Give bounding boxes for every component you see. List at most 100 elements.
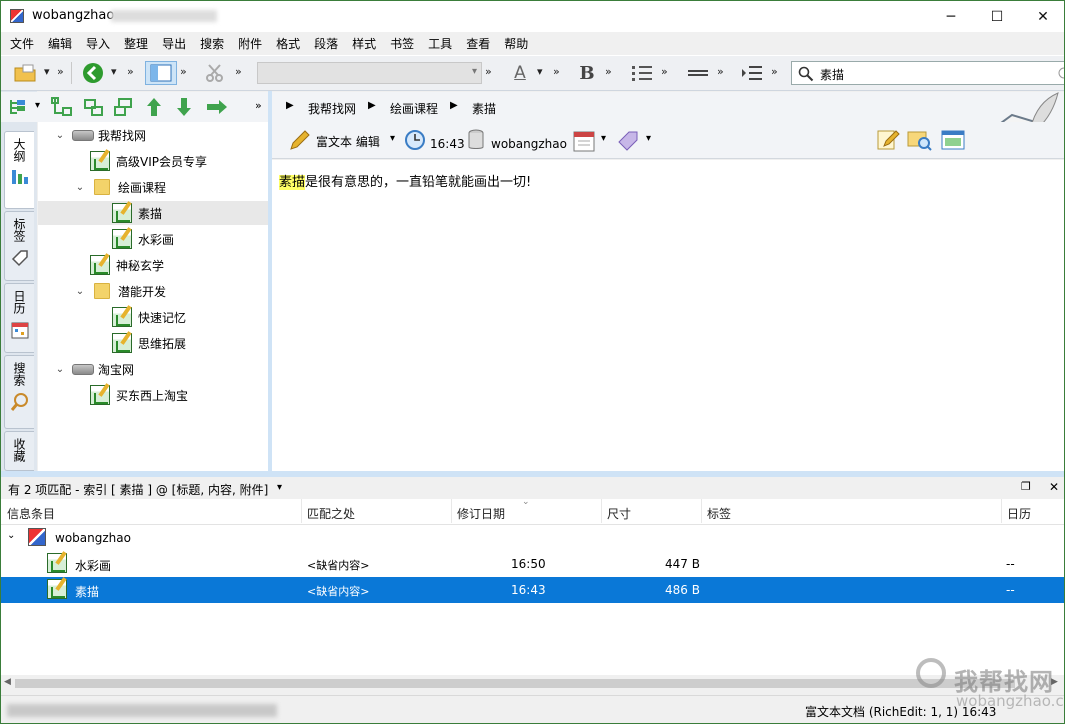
tree-node-note[interactable]: 买东西上淘宝 <box>90 383 188 407</box>
tab-favorites[interactable]: 收藏 <box>4 431 34 471</box>
font-name-combo[interactable]: ▾ <box>257 62 482 84</box>
toolbar-overflow-icon[interactable]: » <box>605 65 612 78</box>
back-dropdown-icon[interactable]: ▾ <box>111 65 117 78</box>
column-header-modified[interactable]: 修订日期 <box>457 505 505 522</box>
tree-node-folder[interactable]: ⌄ 潜能开发 <box>74 279 166 303</box>
close-button[interactable]: ✕ <box>1020 1 1064 32</box>
search-results-summary[interactable]: 有 2 项匹配 - 索引 [ 素描 ] @ [标题, 内容, 附件] <box>8 481 268 498</box>
tree-node-note[interactable]: 高级VIP会员专享 <box>90 149 207 173</box>
column-divider[interactable] <box>301 499 302 523</box>
collapse-toggle-icon[interactable]: ⌄ <box>74 182 86 193</box>
toolbar-overflow-icon[interactable]: » <box>553 65 560 78</box>
tree-node-folder[interactable]: ⌄ 绘画课程 <box>74 175 166 199</box>
find-in-note-icon[interactable] <box>906 128 934 152</box>
font-color-dropdown-icon[interactable]: ▾ <box>537 65 543 78</box>
scrollbar-thumb[interactable] <box>15 679 1015 688</box>
menu-help[interactable]: 帮助 <box>497 32 535 54</box>
window-preview-icon[interactable] <box>940 128 966 152</box>
toolbar-overflow-icon[interactable]: » <box>661 65 668 78</box>
menu-format[interactable]: 格式 <box>269 32 307 54</box>
toolbar-overflow-icon[interactable]: » <box>127 65 134 78</box>
tree-node-note[interactable]: 思维拓展 <box>112 331 186 355</box>
column-header-calendar[interactable]: 日历 <box>1007 505 1031 522</box>
collapse-toggle-icon[interactable]: ⌄ <box>54 364 66 375</box>
edit-note-icon[interactable] <box>876 128 900 152</box>
horizontal-line-button[interactable] <box>685 61 711 85</box>
tree-node-note[interactable]: 神秘玄学 <box>90 253 164 277</box>
scroll-left-icon[interactable]: ◀ <box>4 677 11 687</box>
results-group-row[interactable]: ⌄ wobangzhao <box>1 525 1064 551</box>
tree-toolbar-overflow-icon[interactable]: » <box>255 99 262 112</box>
move-down-icon[interactable] <box>175 96 193 118</box>
menu-view[interactable]: 查看 <box>459 32 497 54</box>
calendar-icon[interactable] <box>572 129 596 153</box>
list-button[interactable] <box>629 61 655 85</box>
layout-toggle-button[interactable] <box>145 61 177 85</box>
open-dropdown-icon[interactable]: ▾ <box>44 65 50 78</box>
table-row[interactable]: 水彩画 <缺省内容> 16:50 447 B -- <box>1 551 1064 577</box>
toolbar-overflow-icon[interactable]: » <box>771 65 778 78</box>
close-pane-icon[interactable]: ✕ <box>1049 480 1059 494</box>
add-parent-icon[interactable] <box>113 97 135 117</box>
add-child-icon[interactable] <box>83 97 105 117</box>
tree-view-icon[interactable] <box>7 98 29 116</box>
tree-node-note[interactable]: 水彩画 <box>112 227 174 251</box>
tab-outline[interactable]: 大纲 <box>4 131 34 209</box>
summary-dropdown-icon[interactable]: ▾ <box>277 482 282 493</box>
menu-style[interactable]: 样式 <box>345 32 383 54</box>
column-divider[interactable] <box>1001 499 1002 523</box>
toolbar-overflow-icon[interactable]: » <box>717 65 724 78</box>
tree-node-database[interactable]: ⌄ 我帮找网 <box>54 123 146 147</box>
column-header-match[interactable]: 匹配之处 <box>307 505 355 522</box>
column-header-tags[interactable]: 标签 <box>707 505 731 522</box>
tab-search[interactable]: 搜索 <box>4 355 34 429</box>
minimize-button[interactable]: ─ <box>928 1 974 32</box>
breadcrumb-item[interactable]: 绘画课程 <box>390 100 438 117</box>
tag-icon[interactable] <box>616 129 640 153</box>
column-divider[interactable] <box>451 499 452 523</box>
collapse-toggle-icon[interactable]: ⌄ <box>7 530 15 541</box>
breadcrumb-item[interactable]: 我帮找网 <box>308 100 356 117</box>
clear-search-icon[interactable] <box>1058 67 1065 79</box>
maximize-button[interactable]: ☐ <box>974 1 1020 32</box>
menu-bookmarks[interactable]: 书签 <box>383 32 421 54</box>
toolbar-overflow-icon[interactable]: » <box>485 65 492 78</box>
horizontal-scrollbar[interactable]: ◀ ▶ <box>1 675 1064 691</box>
menu-file[interactable]: 文件 <box>3 32 41 54</box>
menu-import[interactable]: 导入 <box>79 32 117 54</box>
collapse-toggle-icon[interactable]: ⌄ <box>74 286 86 297</box>
column-header-title[interactable]: 信息条目 <box>7 505 55 522</box>
search-box[interactable]: 素描 <box>791 61 1065 85</box>
note-editor[interactable]: 素描是很有意思的，一直铅笔就能画出一切! <box>272 160 1064 471</box>
calendar-dropdown-icon[interactable]: ▾ <box>601 133 606 144</box>
toolbar-overflow-icon[interactable]: » <box>57 65 64 78</box>
back-button[interactable] <box>79 61 107 85</box>
collapse-toggle-icon[interactable]: ⌄ <box>54 130 66 141</box>
toolbar-overflow-icon[interactable]: » <box>235 65 242 78</box>
move-right-icon[interactable] <box>205 98 229 116</box>
editor-mode-dropdown-icon[interactable]: ▾ <box>390 133 395 144</box>
move-up-icon[interactable] <box>145 96 163 118</box>
tab-calendar[interactable]: 日历 <box>4 283 34 353</box>
indent-button[interactable] <box>739 61 765 85</box>
cut-button[interactable] <box>203 61 227 85</box>
editor-mode-label[interactable]: 富文本 编辑 <box>316 133 380 150</box>
column-divider[interactable] <box>601 499 602 523</box>
tree-view-dropdown-icon[interactable]: ▾ <box>35 100 40 111</box>
tree-node-note-selected[interactable]: 素描 <box>38 201 268 225</box>
column-header-size[interactable]: 尺寸 <box>607 505 631 522</box>
menu-paragraph[interactable]: 段落 <box>307 32 345 54</box>
menu-attachments[interactable]: 附件 <box>231 32 269 54</box>
breadcrumb-item[interactable]: 素描 <box>472 100 496 117</box>
column-divider[interactable] <box>701 499 702 523</box>
restore-pane-icon[interactable]: ❐ <box>1021 480 1031 493</box>
menu-edit[interactable]: 编辑 <box>41 32 79 54</box>
font-color-button[interactable]: A <box>507 61 533 85</box>
open-folder-button[interactable] <box>11 61 41 85</box>
tree-node-note[interactable]: 快速记忆 <box>112 305 186 329</box>
table-row-selected[interactable]: 素描 <缺省内容> 16:43 486 B -- <box>1 577 1064 603</box>
tag-dropdown-icon[interactable]: ▾ <box>646 133 651 144</box>
menu-tools[interactable]: 工具 <box>421 32 459 54</box>
add-sibling-icon[interactable] <box>51 97 73 117</box>
tree-node-database[interactable]: ⌄ 淘宝网 <box>54 357 134 381</box>
